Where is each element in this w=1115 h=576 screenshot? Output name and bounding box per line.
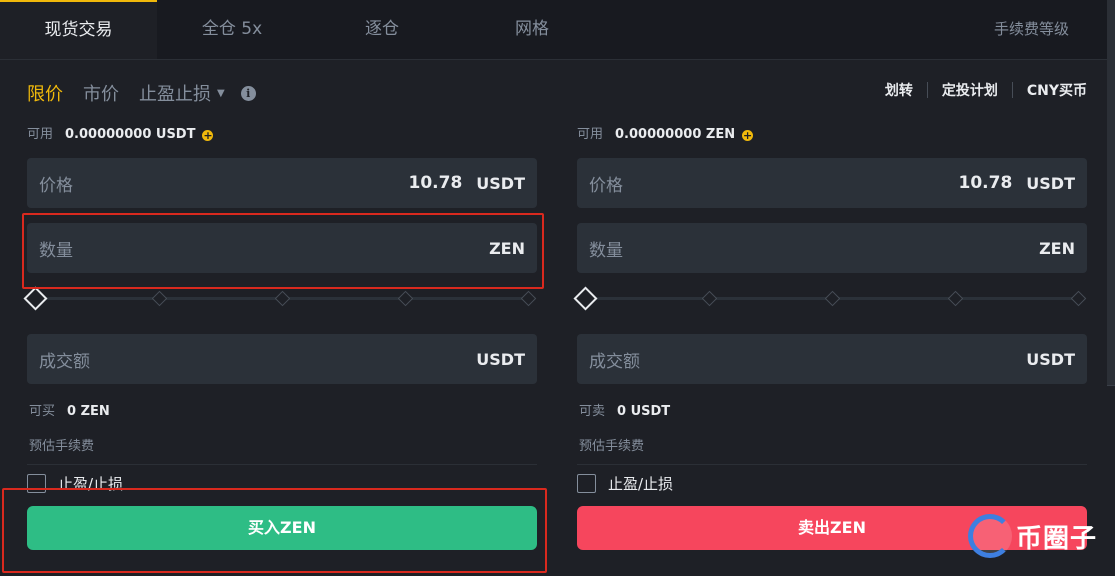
highlight-amount-box: [22, 213, 544, 289]
buy-price-input[interactable]: 价格 10.78 USDT: [27, 158, 537, 208]
divider: [577, 464, 1087, 465]
buy-cny-link[interactable]: CNY买币: [1027, 80, 1087, 100]
sell-panel: 可用 0.00000000 ZEN + 价格 10.78 USDT 数量 ZEN…: [573, 120, 1087, 550]
max-value: 0 USDT: [617, 404, 671, 419]
buy-max: 可买 0 ZEN: [29, 400, 110, 419]
tab-grid[interactable]: 网格: [457, 0, 607, 59]
slider-mark-25[interactable]: [151, 290, 168, 307]
max-label: 可卖: [579, 404, 606, 419]
order-type-selector: 限价 市价 止盈止损 ▼ i: [27, 80, 256, 106]
sell-fee-estimate: 预估手续费: [579, 439, 645, 454]
buy-total-input[interactable]: 成交额 USDT: [27, 334, 537, 384]
buy-panel: 可用 0.00000000 USDT + 价格 10.78 USDT 数量 ZE…: [23, 120, 537, 550]
sell-amount-input[interactable]: 数量 ZEN: [577, 223, 1087, 273]
watermark-text: 币圈子: [1016, 523, 1098, 554]
price-label: 价格: [589, 175, 623, 196]
price-unit: USDT: [1026, 173, 1075, 193]
sell-amount-slider[interactable]: [573, 286, 1087, 311]
total-label: 成交额: [39, 351, 90, 372]
buy-fee-estimate: 预估手续费: [29, 439, 95, 454]
tab-spot[interactable]: 现货交易: [0, 0, 157, 59]
price-value[interactable]: 10.78: [409, 173, 463, 193]
available-value: 0.00000000 USDT: [65, 127, 196, 142]
top-links: 划转 定投计划 CNY买币: [885, 80, 1087, 100]
divider: [1011, 82, 1013, 98]
scroll-edge-lower: [1107, 385, 1115, 576]
slider-handle[interactable]: [23, 286, 48, 311]
available-label: 可用: [27, 127, 54, 142]
sell-available: 可用 0.00000000 ZEN +: [577, 120, 1087, 150]
buy-amount-slider[interactable]: [23, 286, 537, 311]
slider-mark-50[interactable]: [274, 290, 291, 307]
available-value: 0.00000000 ZEN: [615, 127, 736, 142]
chevron-down-icon[interactable]: ▼: [217, 88, 225, 99]
tab-isolated-margin[interactable]: 逐仓: [307, 0, 457, 59]
watermark-logo-icon: [968, 514, 1012, 558]
slider-mark-75[interactable]: [397, 290, 414, 307]
fee-level-link[interactable]: 手续费等级: [994, 0, 1069, 59]
checkbox[interactable]: [577, 474, 596, 493]
tab-cross-margin[interactable]: 全仓 5x: [157, 0, 307, 59]
total-label: 成交额: [589, 351, 640, 372]
transfer-link[interactable]: 划转: [885, 80, 913, 100]
divider: [926, 82, 928, 98]
watermark: 币圈子: [968, 514, 1097, 558]
max-label: 可买: [29, 404, 56, 419]
slider-mark-100[interactable]: [520, 290, 537, 307]
price-label: 价格: [39, 175, 73, 196]
available-label: 可用: [577, 127, 604, 142]
order-type-limit[interactable]: 限价: [27, 80, 63, 106]
plus-icon[interactable]: +: [742, 129, 754, 141]
price-unit: USDT: [476, 173, 525, 193]
order-type-market[interactable]: 市价: [83, 80, 119, 106]
tpsl-label: 止盈/止损: [608, 475, 674, 493]
sell-tpsl-toggle[interactable]: 止盈/止损: [577, 473, 673, 494]
sell-price-input[interactable]: 价格 10.78 USDT: [577, 158, 1087, 208]
slider-handle[interactable]: [573, 286, 598, 311]
info-icon[interactable]: i: [240, 85, 256, 101]
slider-mark-50[interactable]: [824, 290, 841, 307]
price-value[interactable]: 10.78: [959, 173, 1013, 193]
slider-mark-75[interactable]: [947, 290, 964, 307]
slider-mark-25[interactable]: [701, 290, 718, 307]
amount-unit: ZEN: [1039, 238, 1075, 258]
buy-available: 可用 0.00000000 USDT +: [27, 120, 537, 150]
divider: [27, 464, 537, 465]
highlight-buy-box: [2, 488, 547, 573]
sell-max: 可卖 0 USDT: [579, 400, 670, 419]
trade-mode-tabs: 现货交易 全仓 5x 逐仓 网格 手续费等级: [0, 0, 1107, 60]
recurring-plan-link[interactable]: 定投计划: [942, 80, 998, 100]
slider-mark-100[interactable]: [1070, 290, 1087, 307]
max-value: 0 ZEN: [67, 404, 110, 419]
order-type-stop[interactable]: 止盈止损: [139, 80, 211, 106]
total-unit: USDT: [1026, 349, 1075, 369]
total-unit: USDT: [476, 349, 525, 369]
plus-icon[interactable]: +: [202, 129, 214, 141]
amount-label: 数量: [589, 240, 623, 261]
sell-total-input[interactable]: 成交额 USDT: [577, 334, 1087, 384]
